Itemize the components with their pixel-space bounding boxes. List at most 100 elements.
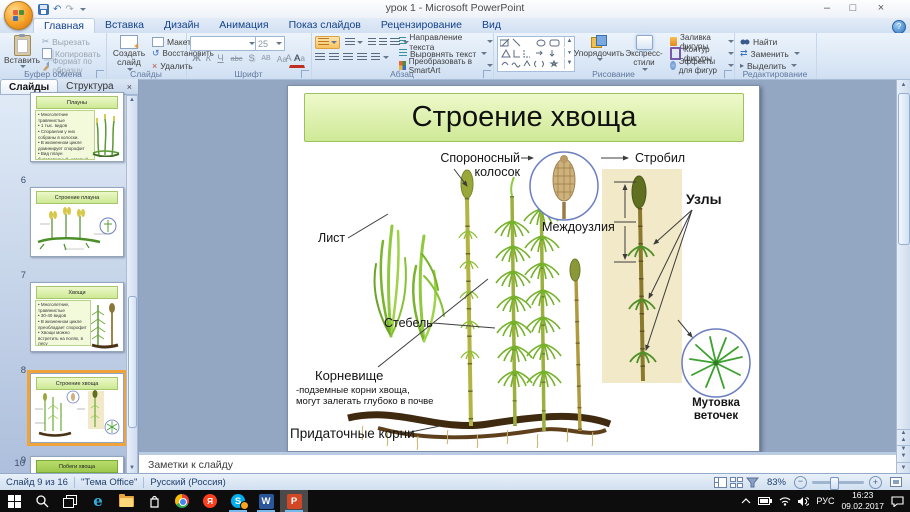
status-bar: Слайд 9 из 16 "Тема Office" Русский (Рос…: [0, 473, 910, 491]
text-direction-button[interactable]: Направление текста: [399, 36, 493, 47]
label-rhizome[interactable]: Корневище: [315, 368, 383, 383]
zoom-slider[interactable]: [812, 477, 864, 488]
skype-button[interactable]: S: [224, 490, 252, 512]
change-case-button[interactable]: Аа: [274, 51, 290, 66]
zoom-slider-thumb[interactable]: [830, 477, 839, 490]
panel-close-icon[interactable]: ×: [127, 82, 132, 92]
start-button[interactable]: [0, 490, 28, 512]
cut-button[interactable]: ✂ Вырезать: [42, 36, 90, 47]
task-view-button[interactable]: [56, 490, 84, 512]
yandex-button[interactable]: Я: [196, 490, 224, 512]
label-strobil[interactable]: Стробил: [635, 151, 685, 165]
decrease-indent-button[interactable]: [368, 38, 376, 47]
previous-slide-button[interactable]: ▲▲: [897, 429, 910, 444]
font-name-combo[interactable]: [190, 36, 258, 51]
main-scrollbar[interactable]: ▲ ▲▲ ▼▼ ▼: [896, 79, 910, 475]
tray-language[interactable]: РУС: [816, 496, 834, 506]
fit-to-window-icon[interactable]: [890, 477, 902, 488]
quick-styles-button[interactable]: Экспресс-стили: [621, 35, 667, 71]
tray-expand-icon[interactable]: [741, 498, 751, 504]
panel-scroll-up-icon[interactable]: ▲: [127, 96, 137, 105]
arrange-button[interactable]: Упорядочить: [578, 35, 620, 61]
font-size-combo[interactable]: 25: [255, 36, 285, 51]
shapes-more[interactable]: ▼: [564, 48, 574, 58]
clipboard-dialog-launcher[interactable]: [96, 70, 104, 78]
slide-canvas[interactable]: Строение хвоща Спороносный колосок Строб…: [287, 85, 760, 452]
file-explorer-button[interactable]: [112, 490, 140, 512]
char-spacing-button[interactable]: АВ: [257, 51, 275, 66]
thumbnail-slide-6[interactable]: Плауны • Многолетние травянистые• 1 тыс.…: [30, 92, 124, 162]
label-spore-spike[interactable]: Спороносный колосок: [392, 151, 520, 179]
font-color-button[interactable]: А: [289, 51, 305, 68]
replace-button[interactable]: ⇄ Заменить: [740, 48, 800, 59]
underline-button[interactable]: Ч: [214, 51, 227, 66]
help-button[interactable]: ?: [892, 20, 906, 34]
tab-dizayn[interactable]: Дизайн: [154, 18, 209, 33]
label-nodes[interactable]: Узлы: [686, 191, 722, 207]
store-button[interactable]: [140, 490, 168, 512]
drawing-dialog-launcher[interactable]: [724, 70, 732, 78]
slide-sorter-icon[interactable]: [730, 477, 743, 488]
font-dialog-launcher[interactable]: [301, 70, 309, 78]
tab-animatsiya[interactable]: Анимация: [209, 18, 278, 33]
bullets-button[interactable]: [315, 36, 340, 49]
language-indicator[interactable]: Русский (Россия): [150, 477, 225, 488]
label-internodes[interactable]: Междоузлия: [542, 220, 615, 234]
paste-button[interactable]: Вставить: [5, 35, 39, 68]
label-leaf[interactable]: Лист: [318, 231, 345, 245]
align-right-button[interactable]: [343, 53, 353, 62]
powerpoint-button[interactable]: P: [280, 490, 308, 512]
thumbnail-slide-8[interactable]: Хвощи • Многолетние, травянистые• 30-40 …: [30, 282, 124, 352]
theme-name[interactable]: "Тема Office": [81, 477, 137, 488]
panel-scrollbar-thumb[interactable]: [128, 296, 137, 428]
shapes-scroll-up[interactable]: ▲: [564, 37, 574, 47]
tab-pokaz-slaydov[interactable]: Показ слайдов: [279, 18, 371, 33]
clubmoss-thumb-art: [91, 109, 121, 157]
label-whorl[interactable]: Мутовка веточек: [682, 397, 750, 423]
scroll-up-icon[interactable]: ▲: [897, 80, 910, 91]
thumbnail-slide-9-current[interactable]: Строение хвоща: [30, 373, 124, 443]
slideshow-icon[interactable]: [746, 477, 759, 488]
paragraph-dialog-launcher[interactable]: [483, 70, 491, 78]
close-button[interactable]: ×: [870, 1, 892, 16]
increase-indent-button[interactable]: [379, 38, 387, 47]
action-center-icon[interactable]: [891, 496, 904, 507]
strikethrough-button[interactable]: abc: [227, 51, 246, 66]
align-left-button[interactable]: [315, 53, 325, 62]
normal-view-icon[interactable]: [714, 477, 727, 488]
thumbnail-slide-7[interactable]: Строение плауна: [30, 187, 124, 257]
find-button[interactable]: Найти: [740, 36, 777, 47]
zoom-in-button[interactable]: +: [869, 476, 882, 489]
numbering-button[interactable]: [343, 37, 365, 48]
battery-icon[interactable]: [758, 497, 772, 505]
tray-clock[interactable]: 16:23 09.02.2017: [841, 490, 884, 511]
chrome-button[interactable]: [168, 490, 196, 512]
office-button[interactable]: [4, 1, 33, 30]
wifi-icon[interactable]: [779, 497, 791, 506]
word-button[interactable]: W: [252, 490, 280, 512]
edge-button[interactable]: e: [84, 490, 112, 512]
maximize-button[interactable]: □: [842, 1, 864, 16]
columns-button[interactable]: [371, 53, 389, 62]
new-slide-button[interactable]: ✶ Создать слайд: [110, 35, 148, 71]
label-adventitious-roots[interactable]: Придаточные корни: [290, 426, 415, 441]
shapes-gallery[interactable]: ▲ ▼ ▼: [497, 36, 575, 72]
slide-title[interactable]: Строение хвоща: [304, 93, 744, 142]
main-scrollbar-thumb[interactable]: [898, 93, 910, 245]
panel-scroll-down-icon[interactable]: ▼: [127, 464, 137, 473]
shapes-scroll-down[interactable]: ▼: [564, 59, 574, 69]
speaker-icon[interactable]: [798, 497, 809, 506]
zoom-out-button[interactable]: −: [794, 476, 807, 489]
label-stem[interactable]: Стебель: [384, 316, 433, 330]
zoom-percent[interactable]: 83%: [767, 477, 786, 488]
tab-vstavka[interactable]: Вставка: [95, 18, 154, 33]
tab-glavnaya[interactable]: Главная: [33, 18, 95, 33]
search-button[interactable]: [28, 490, 56, 512]
label-rhizome-desc[interactable]: -подземные корни хвоща, могут залегать г…: [296, 385, 446, 407]
panel-scrollbar[interactable]: ▲ ▼: [126, 95, 138, 474]
minimize-button[interactable]: –: [816, 1, 838, 16]
next-slide-button[interactable]: ▼▼: [897, 445, 910, 460]
align-center-button[interactable]: [329, 53, 339, 62]
thumbnail-slide-10[interactable]: Побеги хвоща: [30, 456, 124, 474]
justify-button[interactable]: [357, 53, 367, 62]
